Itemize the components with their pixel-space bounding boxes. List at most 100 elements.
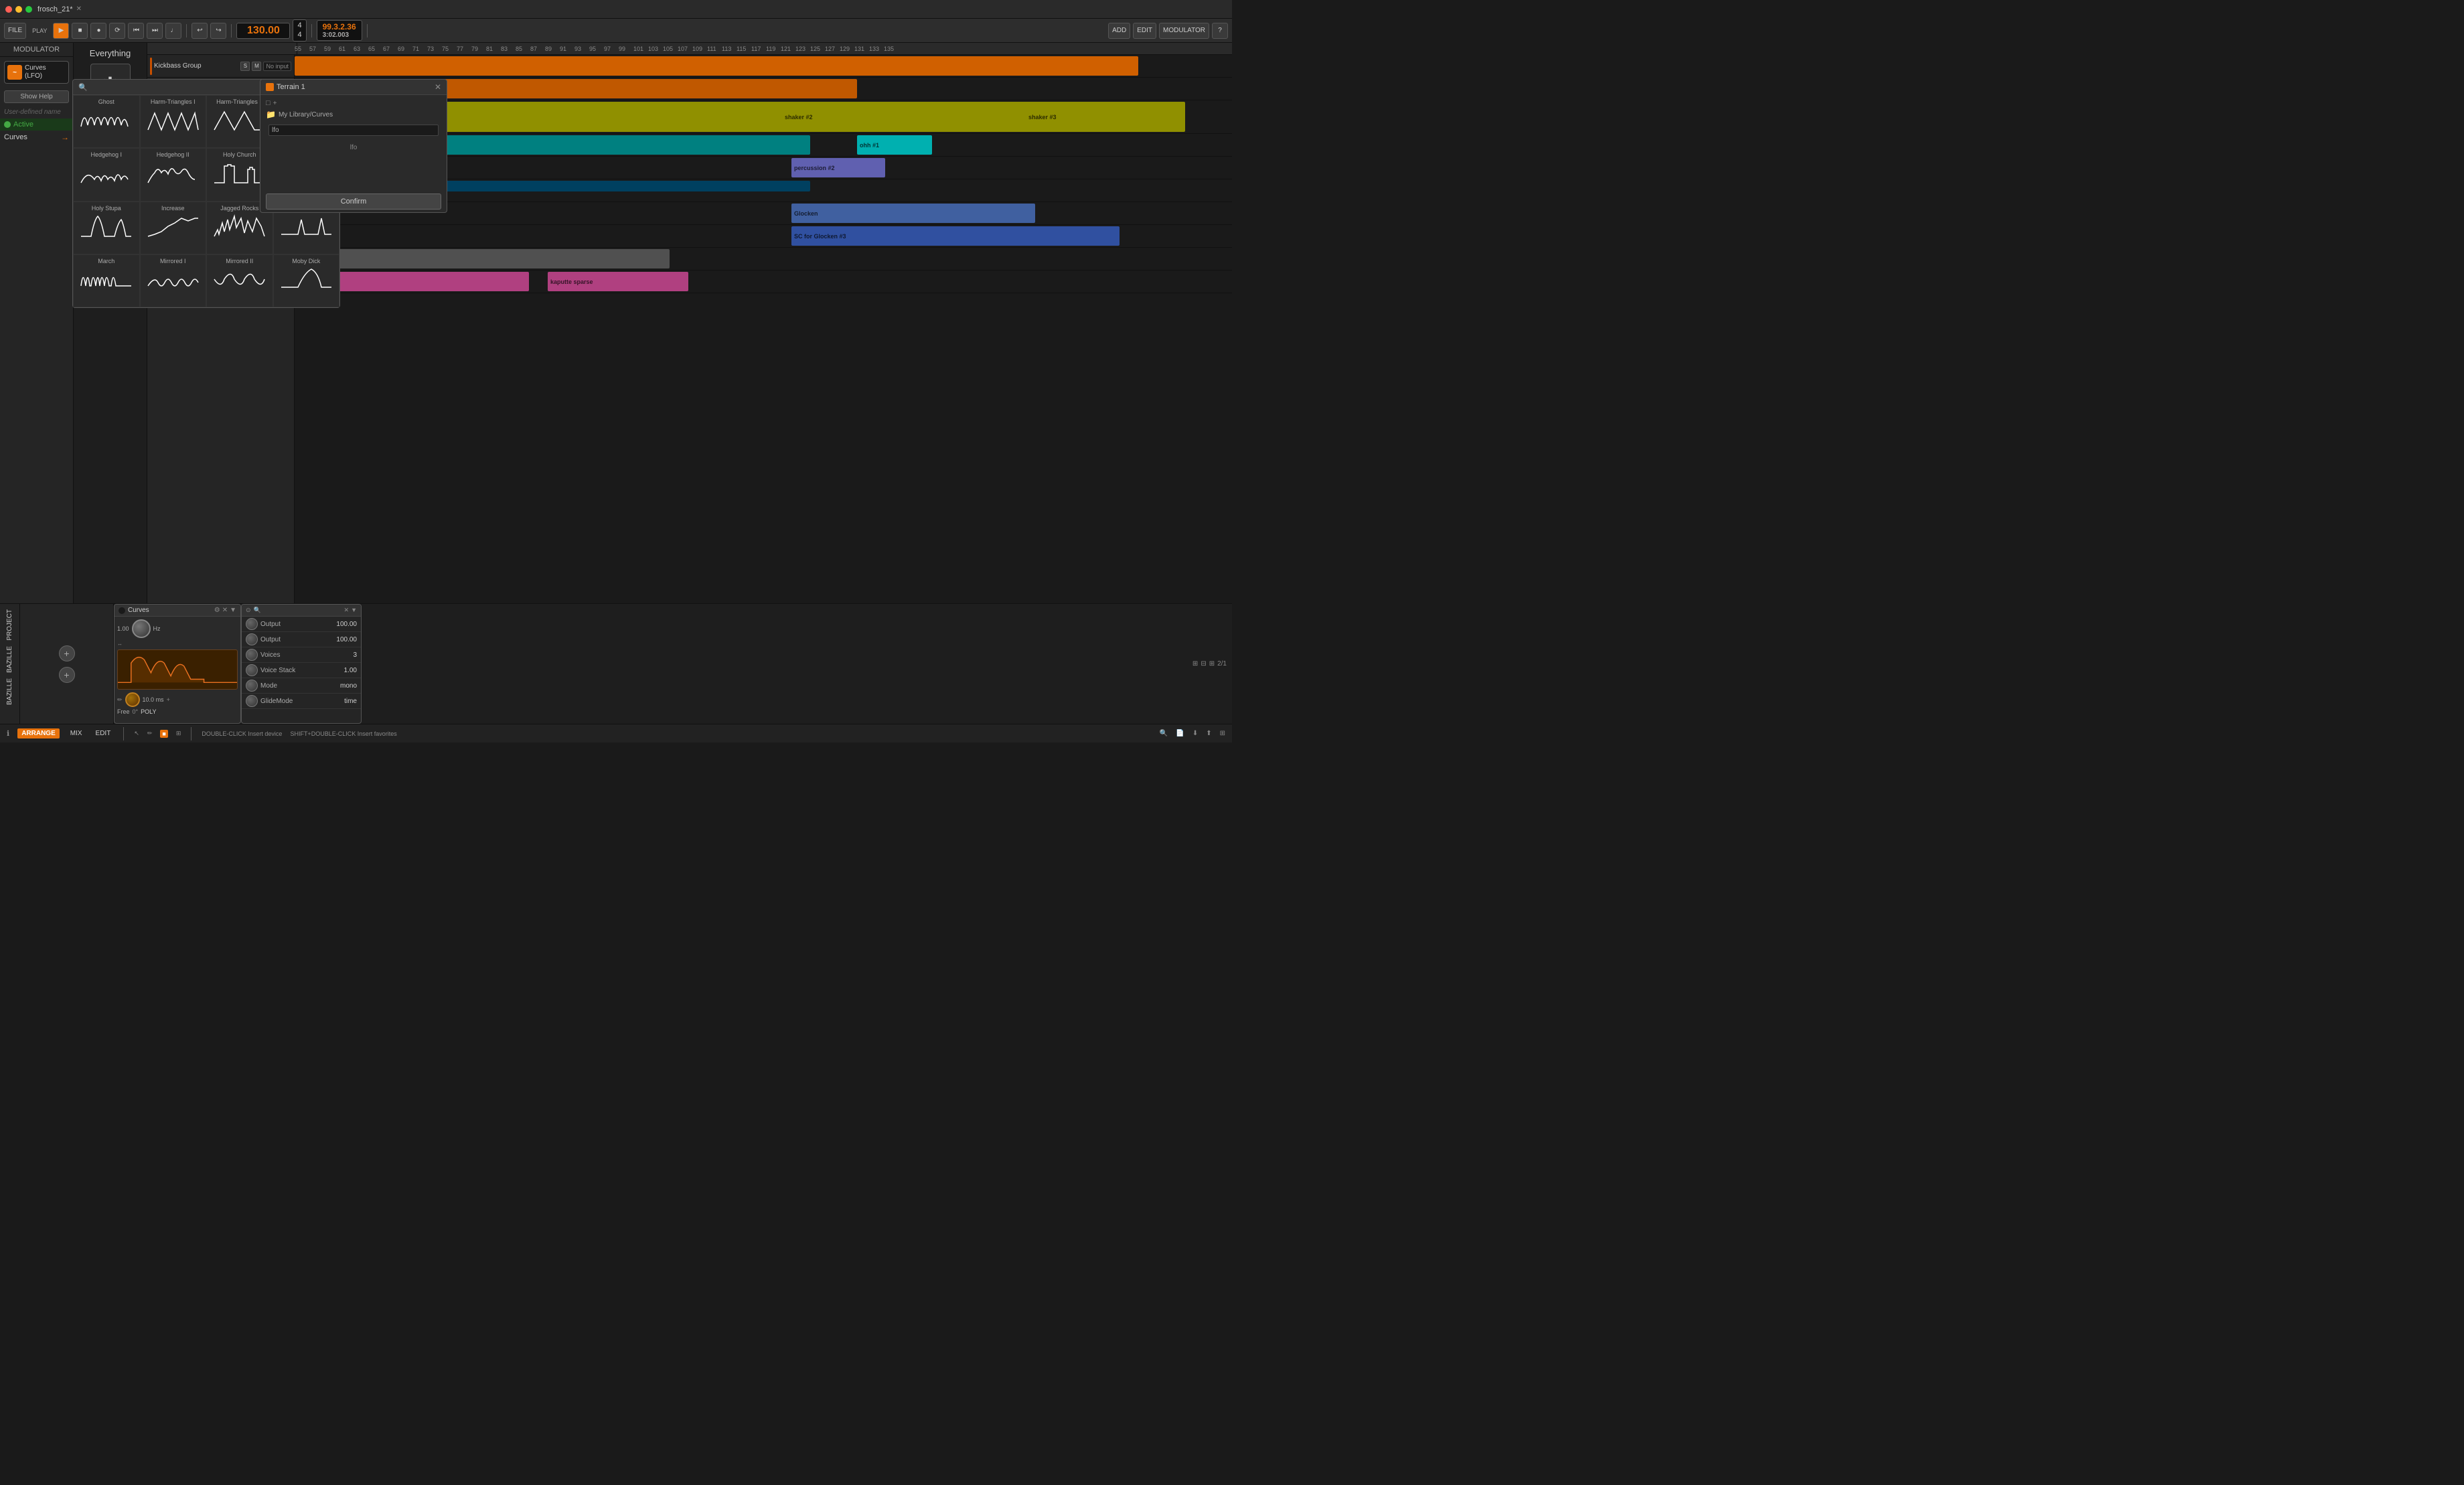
shaker-clip-2[interactable]: shaker #2 bbox=[782, 102, 876, 132]
add-button[interactable]: ADD bbox=[1108, 23, 1130, 39]
add-device-btn[interactable]: + bbox=[59, 645, 75, 661]
curves-label: Curves bbox=[4, 133, 27, 141]
curve-cell-march[interactable]: March bbox=[73, 254, 140, 307]
confirm-button[interactable]: Confirm bbox=[266, 193, 441, 210]
mode-knob[interactable] bbox=[246, 680, 258, 692]
curve-cell-ghost[interactable]: Ghost bbox=[73, 95, 140, 148]
user-defined-label: User-defined name bbox=[0, 106, 73, 119]
ruler-num-125: 125 bbox=[810, 46, 825, 52]
ruler-num-87: 87 bbox=[530, 46, 545, 52]
record-button[interactable]: ● bbox=[90, 23, 106, 39]
plugin-double-arrow[interactable]: ↔ bbox=[117, 641, 123, 647]
file-button[interactable]: FILE bbox=[4, 23, 26, 39]
glide-knob[interactable] bbox=[246, 695, 258, 707]
arrange-tab[interactable]: ARRANGE bbox=[17, 728, 60, 738]
percussion-clip[interactable]: percussion #2 bbox=[791, 158, 885, 177]
bazille-tab-2[interactable]: BAZILLE bbox=[6, 678, 13, 705]
minimize-button[interactable] bbox=[15, 6, 22, 13]
undo-button[interactable]: ↩ bbox=[191, 23, 208, 39]
sc-glocken-clip[interactable]: SC for Glocken #3 bbox=[791, 226, 1120, 246]
waveform-svg bbox=[118, 650, 237, 689]
traffic-lights[interactable] bbox=[5, 6, 32, 13]
project-tab[interactable]: PROJECT bbox=[6, 609, 13, 641]
stop-button[interactable]: ■ bbox=[72, 23, 88, 39]
curve-cell-moby-dick[interactable]: Moby Dick bbox=[273, 254, 340, 307]
ruler-num-109: 109 bbox=[692, 46, 707, 52]
kickbass-name: Kickbass Group bbox=[154, 62, 238, 70]
synth-close-icon[interactable]: ✕ bbox=[344, 607, 350, 614]
cyan-clip-2[interactable]: ohh #1 bbox=[857, 135, 932, 155]
terrain-search-input[interactable] bbox=[268, 125, 439, 136]
curve-cell-increase[interactable]: Increase bbox=[140, 202, 207, 254]
tool-select[interactable]: ■ bbox=[160, 730, 167, 738]
status-file-icon[interactable]: 📄 bbox=[1176, 730, 1184, 737]
curve-cell-harm-triangles-i[interactable]: Harm-Triangles I bbox=[140, 95, 207, 148]
output-knob-2[interactable] bbox=[246, 633, 258, 645]
kickbass-solo-btn[interactable]: M bbox=[252, 62, 261, 71]
edit-toolbar-button[interactable]: EDIT bbox=[1133, 23, 1156, 39]
bpm-display[interactable]: 130.00 bbox=[236, 23, 290, 39]
curve-cell-hedgehog-ii[interactable]: Hedgehog II bbox=[140, 148, 207, 201]
forward-button[interactable]: ⏭ bbox=[147, 23, 163, 39]
sep2 bbox=[231, 24, 232, 37]
active-row: Active bbox=[0, 119, 73, 131]
close-button[interactable] bbox=[5, 6, 12, 13]
loop-button[interactable]: ⟳ bbox=[109, 23, 125, 39]
track-row-kickbass bbox=[295, 55, 1232, 78]
output-knob-1[interactable] bbox=[246, 618, 258, 630]
kickbass-mute-btn[interactable]: S bbox=[240, 62, 250, 71]
curve-cell-hedgehog-i[interactable]: Hedgehog I bbox=[73, 148, 140, 201]
redo-button[interactable]: ↪ bbox=[210, 23, 226, 39]
curves-arrow-icon[interactable]: → bbox=[61, 133, 69, 142]
plugin-arrow-icon[interactable]: ▼ bbox=[230, 607, 236, 614]
play-button[interactable]: ▶ bbox=[53, 23, 69, 39]
delay-add-icon[interactable]: + bbox=[167, 696, 170, 703]
modulator-button[interactable]: MODULATOR bbox=[1159, 23, 1209, 39]
gray-clip[interactable] bbox=[295, 249, 670, 268]
synth-search-icon[interactable]: 🔍 bbox=[254, 607, 261, 614]
edit-pencil-icon[interactable]: ✏ bbox=[117, 696, 123, 704]
tab-close-icon[interactable]: ✕ bbox=[76, 5, 82, 13]
show-help-button[interactable]: Show Help bbox=[4, 90, 69, 103]
kickbass-input[interactable]: No input bbox=[263, 62, 291, 71]
plugin-body: 1.00 Hz ↔ ✏ 10.0 ms + Free 0° bbox=[114, 617, 240, 718]
shaker-clip-3[interactable]: shaker #3 bbox=[1026, 102, 1110, 132]
mix-tab[interactable]: MIX bbox=[68, 728, 85, 738]
ruler-num-71: 71 bbox=[412, 46, 427, 52]
kaputte-clip-2[interactable]: kaputte sparse bbox=[548, 272, 688, 291]
curve-cell-mirrored-ii[interactable]: Mirrored II bbox=[206, 254, 273, 307]
add-device-btn-2[interactable]: + bbox=[59, 667, 75, 683]
status-download-icon[interactable]: ⬇ bbox=[1192, 730, 1198, 737]
curve-preview-waveform bbox=[117, 649, 238, 690]
shaker-clip-2-label: shaker #2 bbox=[785, 114, 813, 121]
status-search-icon[interactable]: 🔍 bbox=[1160, 730, 1168, 737]
delay-knob[interactable] bbox=[125, 692, 140, 707]
terrain-close-btn[interactable]: ✕ bbox=[435, 82, 441, 92]
ruler-num-103: 103 bbox=[648, 46, 663, 52]
terrain-add-icon[interactable]: + bbox=[273, 100, 277, 107]
ruler-num-69: 69 bbox=[398, 46, 412, 52]
curve-cell-mirrored-i[interactable]: Mirrored I bbox=[140, 254, 207, 307]
edit-tab[interactable]: EDIT bbox=[93, 728, 114, 738]
voice-stack-knob[interactable] bbox=[246, 664, 258, 676]
maximize-button[interactable] bbox=[25, 6, 32, 13]
voices-knob[interactable] bbox=[246, 649, 258, 661]
bazille-tab[interactable]: BAZILLE bbox=[6, 646, 13, 673]
tab-label: frosch_21* bbox=[37, 5, 73, 13]
kickbass-clip[interactable] bbox=[295, 56, 1138, 76]
ruler-num-97: 97 bbox=[604, 46, 619, 52]
plugin-settings-icon[interactable]: ⚙ bbox=[214, 607, 220, 614]
rewind-button[interactable]: ⏮ bbox=[128, 23, 144, 39]
synth-arrow-icon[interactable]: ▼ bbox=[351, 607, 357, 614]
metronome-button[interactable]: ♩ bbox=[165, 23, 181, 39]
plugin-main-knob[interactable] bbox=[132, 619, 151, 638]
glocken-clip[interactable]: Glocken bbox=[791, 204, 1035, 223]
ruler-num-67: 67 bbox=[383, 46, 398, 52]
curve-cell-holy-stupa[interactable]: Holy Stupa bbox=[73, 202, 140, 254]
status-upload-icon[interactable]: ⬆ bbox=[1206, 730, 1211, 737]
lfo-icon: ~ bbox=[7, 65, 22, 80]
status-grid-icon[interactable]: ⊞ bbox=[1220, 730, 1225, 737]
help-button[interactable]: ? bbox=[1212, 23, 1228, 39]
bar-position-display[interactable]: 99.3.2.36 3:02.003 bbox=[317, 20, 362, 41]
plugin-close-icon[interactable]: ✕ bbox=[222, 607, 228, 614]
